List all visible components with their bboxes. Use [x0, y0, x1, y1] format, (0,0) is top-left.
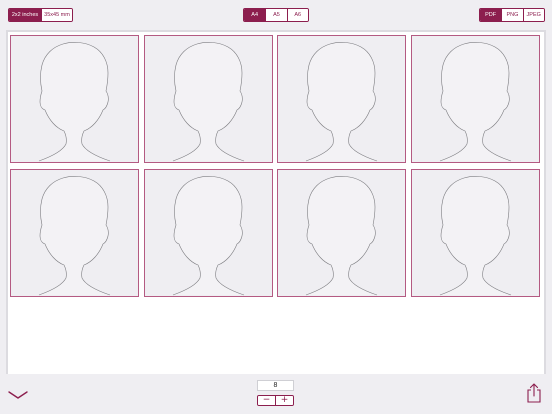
person-silhouette-icon	[172, 42, 244, 162]
bottom-bar: 8 − +	[0, 374, 552, 414]
photo-size-35x45-button[interactable]: 35x45 mm	[41, 9, 72, 21]
export-format-segmented-control: PDF PNG JPEG	[479, 8, 545, 22]
person-silhouette-icon	[306, 42, 378, 162]
photo-slot[interactable]	[410, 35, 540, 163]
paper-a5-button[interactable]: A5	[265, 9, 287, 21]
photo-slot[interactable]	[277, 35, 407, 163]
paper-a4-button[interactable]: A4	[244, 9, 266, 21]
paper-size-segmented-control: A4 A5 A6	[243, 8, 309, 22]
photo-size-segmented-control: 2x2 inches 35x45 mm	[8, 8, 73, 22]
person-silhouette-icon	[439, 176, 511, 296]
format-png-button[interactable]: PNG	[501, 9, 523, 21]
person-silhouette-icon	[38, 42, 111, 162]
person-silhouette-icon	[439, 42, 511, 162]
photo-count-field[interactable]: 8	[257, 380, 294, 391]
person-silhouette-icon	[38, 176, 111, 296]
photo-slot[interactable]	[143, 35, 273, 163]
format-jpeg-button[interactable]: JPEG	[522, 9, 544, 21]
photo-slot[interactable]	[410, 169, 540, 297]
print-sheet	[8, 32, 544, 374]
format-pdf-button[interactable]: PDF	[480, 9, 502, 21]
person-silhouette-icon	[306, 176, 378, 296]
photo-slot[interactable]	[277, 169, 407, 297]
page-preview-area	[6, 30, 546, 374]
photo-size-2x2-button[interactable]: 2x2 inches	[9, 9, 41, 21]
photo-slot[interactable]	[10, 35, 139, 163]
chevron-down-icon[interactable]	[8, 388, 28, 400]
share-icon[interactable]	[524, 383, 544, 403]
photo-slot[interactable]	[10, 169, 139, 297]
increment-button[interactable]: +	[276, 396, 293, 405]
person-silhouette-icon	[172, 176, 244, 296]
photo-count-stepper: − +	[257, 395, 294, 406]
decrement-button[interactable]: −	[258, 396, 276, 405]
top-toolbar: 2x2 inches 35x45 mm A4 A5 A6 PDF PNG JPE…	[0, 0, 552, 30]
paper-a6-button[interactable]: A6	[286, 9, 308, 21]
photo-slot[interactable]	[143, 169, 273, 297]
